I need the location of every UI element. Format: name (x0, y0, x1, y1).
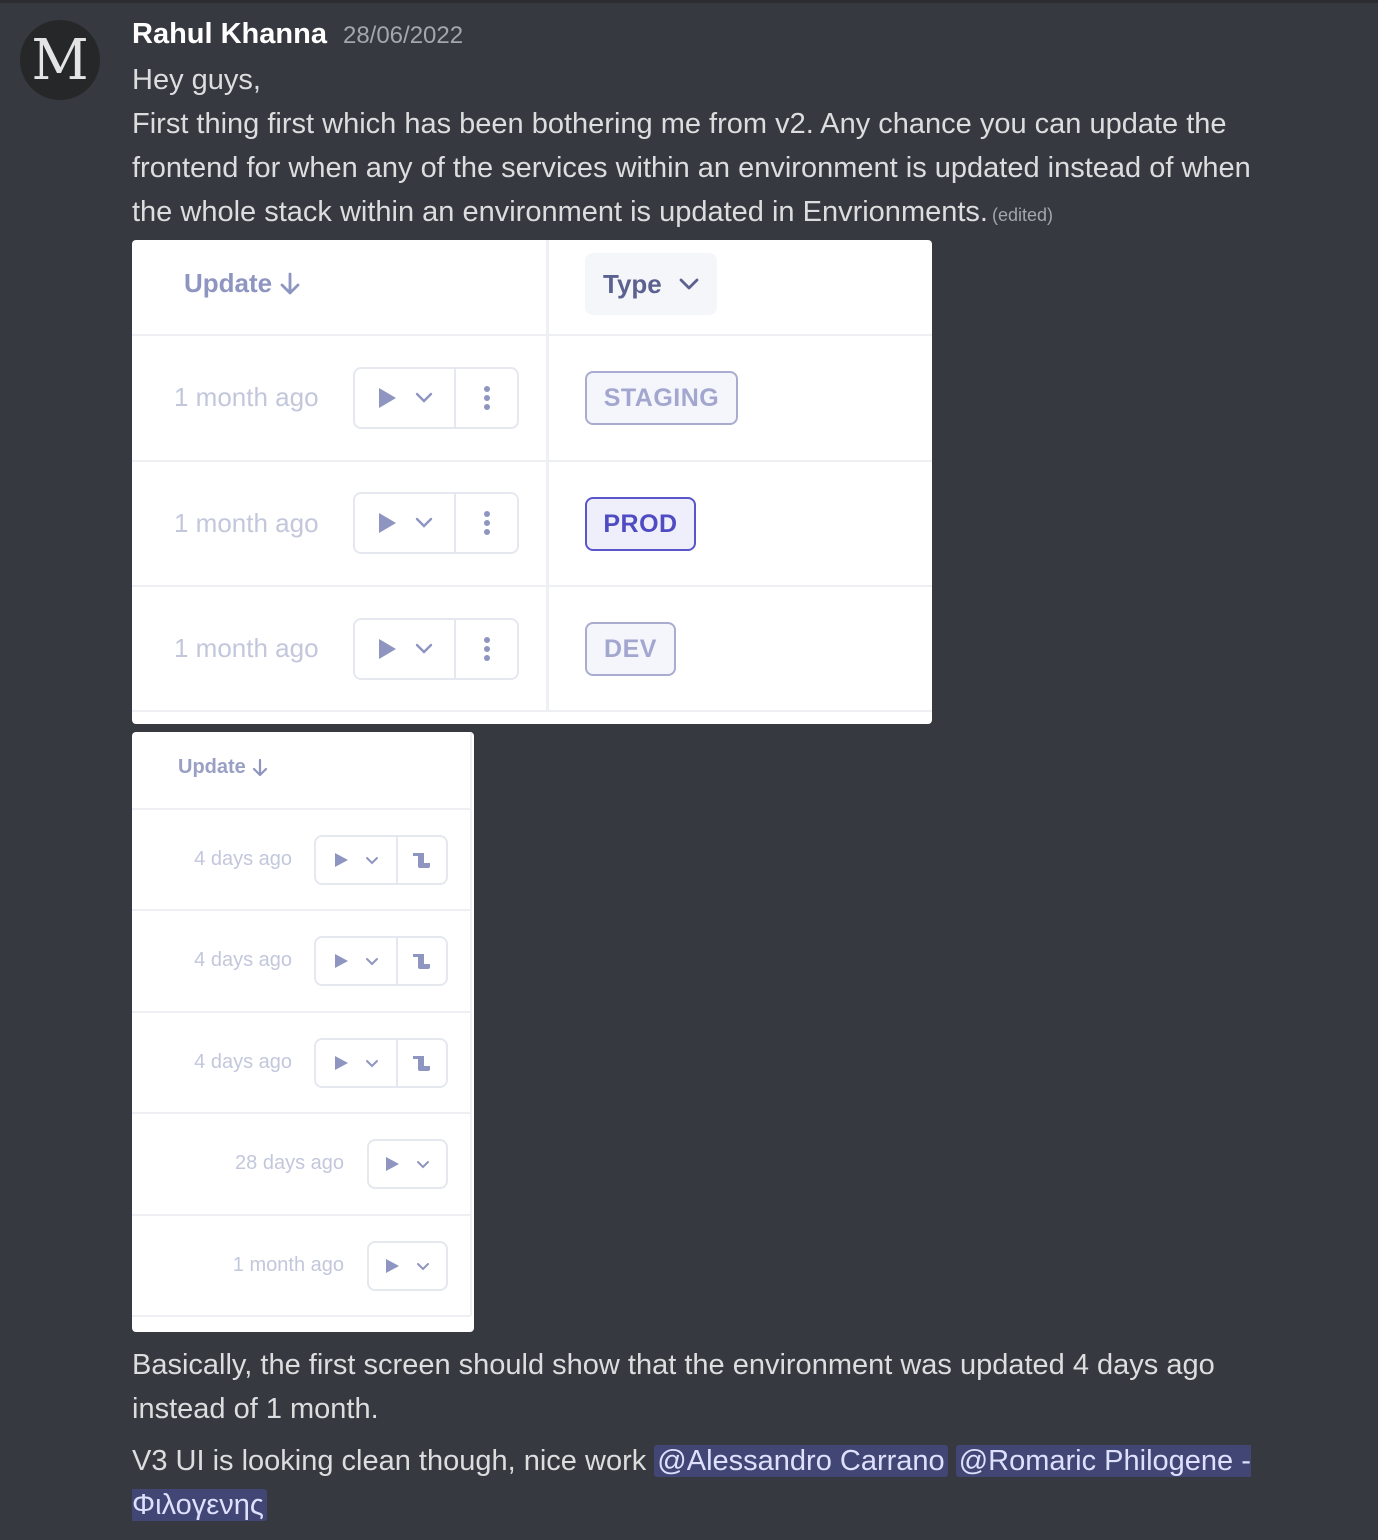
message-line-greeting: Hey guys, (132, 64, 261, 96)
logs-scroll-icon (413, 1056, 430, 1071)
deploy-dropdown-button[interactable] (355, 620, 454, 678)
deploy-dropdown-button[interactable] (369, 1243, 446, 1289)
chevron-down-icon (417, 1160, 429, 1168)
thanks-text: V3 UI is looking clean though, nice work (132, 1445, 655, 1477)
deploy-dropdown-button[interactable] (316, 1040, 396, 1086)
row-divider (132, 585, 932, 587)
message-line-request: First thing first which has been botheri… (132, 102, 1282, 237)
chevron-down-icon (415, 517, 432, 528)
chevron-down-icon (365, 957, 378, 965)
play-icon (378, 513, 396, 533)
more-vertical-icon (483, 637, 490, 661)
top-divider (0, 0, 1378, 3)
logs-button[interactable] (396, 837, 446, 883)
row-actions (367, 1241, 448, 1291)
services-screenshot[interactable]: Update 4 days ago 4 days ago 4 days ago (132, 732, 474, 1332)
avatar[interactable]: M (20, 20, 100, 100)
message-text: Hey guys, First thing first which has be… (132, 58, 1282, 237)
update-header-label: Update (178, 756, 246, 778)
row-actions (367, 1139, 448, 1189)
logs-button[interactable] (396, 938, 446, 984)
arrow-down-icon (252, 758, 267, 776)
logs-scroll-icon (413, 853, 430, 868)
row-updated-time: 1 month ago (174, 508, 319, 538)
message-line-request-text: First thing first which has been botheri… (132, 108, 1251, 228)
deploy-dropdown-button[interactable] (355, 494, 454, 552)
row-divider (132, 808, 470, 810)
row-divider (132, 710, 932, 712)
row-updated-time: 1 month ago (174, 382, 319, 412)
chevron-down-icon (679, 278, 699, 290)
more-vertical-icon (483, 511, 490, 535)
play-icon (386, 1259, 399, 1273)
type-filter-dropdown[interactable]: Type (585, 253, 717, 315)
avatar-letter: M (31, 27, 89, 93)
chevron-down-icon (415, 392, 432, 403)
more-options-button[interactable] (454, 369, 517, 427)
environment-type-badge: PROD (585, 497, 696, 551)
row-actions (314, 1038, 448, 1088)
column-divider (546, 240, 549, 712)
row-actions (353, 367, 519, 429)
deploy-dropdown-button[interactable] (355, 369, 454, 427)
row-divider (132, 460, 932, 462)
more-options-button[interactable] (454, 620, 517, 678)
author-name[interactable]: Rahul Khanna (132, 18, 327, 51)
row-actions (353, 492, 519, 554)
update-column-header[interactable]: Update (184, 268, 302, 299)
play-icon (378, 639, 396, 659)
mention-alessandro[interactable]: @Alessandro Carrano (654, 1445, 948, 1477)
row-updated-time: 4 days ago (194, 949, 292, 971)
update-column-header[interactable]: Update (178, 756, 269, 779)
logs-scroll-icon (413, 954, 430, 969)
row-updated-time: 4 days ago (194, 848, 292, 870)
environments-screenshot[interactable]: Update Type 1 month ago STAGING 1 month … (132, 240, 932, 724)
logs-button[interactable] (396, 1040, 446, 1086)
column-divider (470, 732, 472, 1316)
type-header-label: Type (603, 268, 662, 299)
play-icon (378, 388, 396, 408)
row-updated-time: 1 month ago (174, 633, 319, 663)
deploy-dropdown-button[interactable] (316, 837, 396, 883)
deploy-dropdown-button[interactable] (316, 938, 396, 984)
chevron-down-icon (365, 1059, 378, 1067)
play-icon (334, 954, 348, 968)
environment-type-badge: STAGING (585, 371, 738, 425)
row-divider (132, 909, 470, 911)
chevron-down-icon (365, 856, 378, 864)
chevron-down-icon (415, 643, 432, 654)
row-updated-time: 1 month ago (232, 1254, 344, 1276)
deploy-dropdown-button[interactable] (369, 1141, 446, 1187)
message-header: Rahul Khanna 28/06/2022 (132, 18, 1282, 58)
message-timestamp: 28/06/2022 (342, 22, 464, 49)
row-actions (353, 618, 519, 680)
chevron-down-icon (417, 1262, 429, 1270)
row-divider (132, 1112, 470, 1114)
more-options-button[interactable] (454, 494, 517, 552)
row-divider (132, 1011, 470, 1013)
row-updated-time: 4 days ago (194, 1051, 292, 1073)
row-divider (132, 1315, 470, 1317)
row-actions (314, 936, 448, 986)
message-line-explanation: Basically, the first screen should show … (132, 1349, 1215, 1425)
row-divider (132, 1214, 470, 1216)
more-vertical-icon (483, 386, 490, 410)
update-header-label: Update (184, 268, 273, 298)
play-icon (334, 853, 348, 867)
edited-label: (edited) (991, 205, 1053, 225)
message-followup: Basically, the first screen should show … (132, 1343, 1282, 1527)
row-actions (314, 835, 448, 885)
row-updated-time: 28 days ago (235, 1152, 344, 1174)
message-body: Rahul Khanna 28/06/2022 Hey guys, First … (132, 18, 1282, 237)
play-icon (334, 1056, 348, 1070)
environment-type-badge: DEV (585, 622, 676, 676)
row-divider (132, 334, 932, 336)
message-line-thanks: V3 UI is looking clean though, nice work… (132, 1439, 1282, 1527)
arrow-down-icon (280, 272, 300, 294)
play-icon (386, 1157, 399, 1171)
